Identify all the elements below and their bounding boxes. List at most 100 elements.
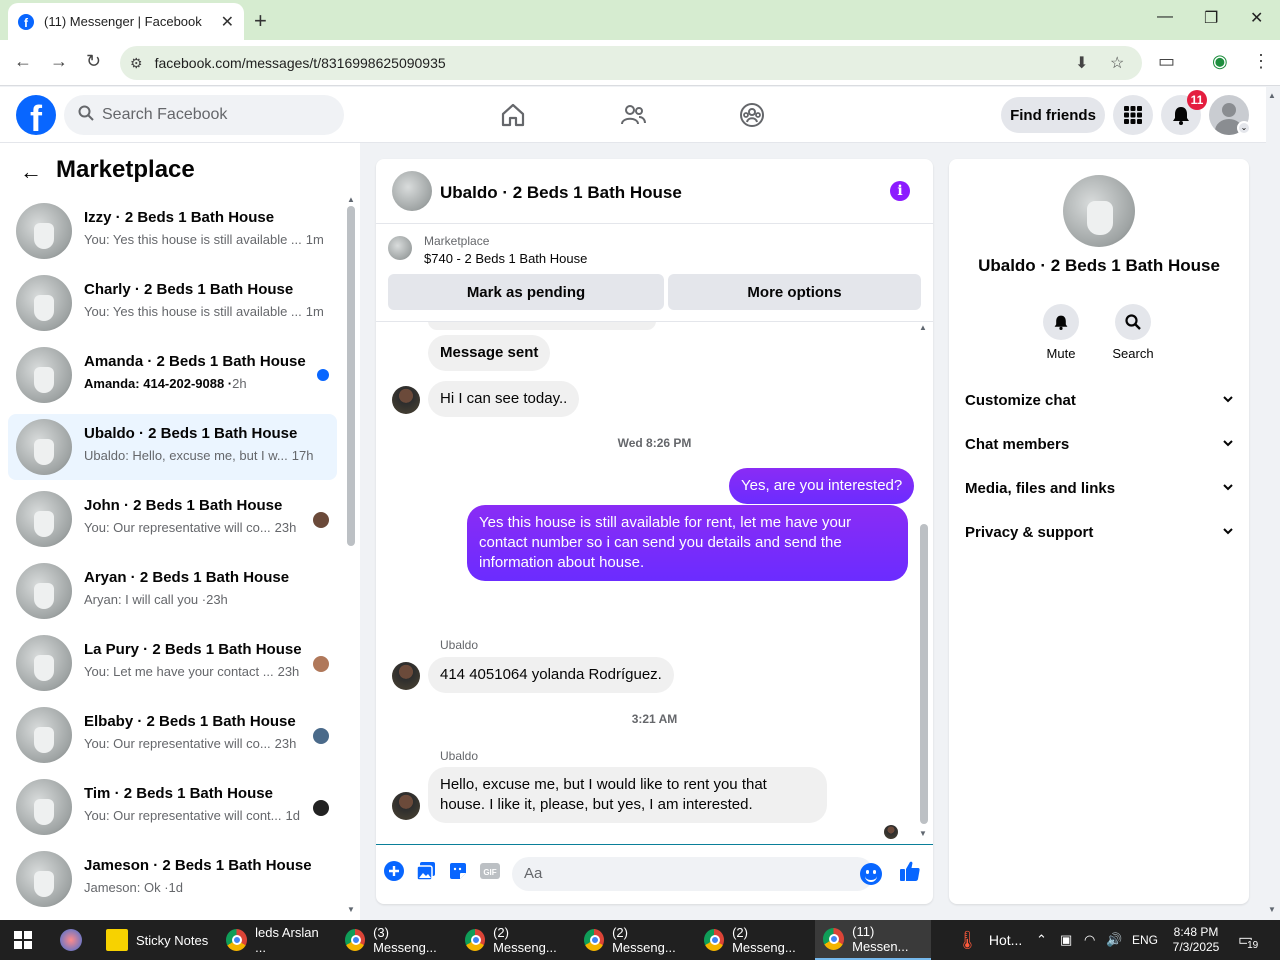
- row-label: Media, files and links: [965, 480, 1116, 497]
- page-scroll-down-icon[interactable]: ▼: [1268, 905, 1276, 914]
- chat-members-row[interactable]: Chat members: [965, 436, 1235, 464]
- url-field[interactable]: ⚙ facebook.com/messages/t/83169986250909…: [120, 46, 1142, 80]
- preview-text: You: Our representative will cont...: [84, 808, 282, 823]
- chat-scroll-down-icon[interactable]: ▼: [919, 829, 927, 838]
- conversation-item[interactable]: John · 2 Beds 1 Bath House You: Our repre…: [8, 486, 337, 552]
- weather-label: Hot...: [988, 932, 1023, 948]
- chat-scroll-up-icon[interactable]: ▲: [919, 323, 927, 332]
- search-chat-button[interactable]: Search: [1103, 304, 1163, 361]
- chat-title[interactable]: Ubaldo · 2 Beds 1 Bath House: [440, 183, 682, 203]
- weather-widget[interactable]: 🌡 Hot...: [956, 920, 1022, 960]
- conversation-item[interactable]: Aryan · 2 Beds 1 Bath House Aryan: I will…: [8, 558, 337, 624]
- home-icon[interactable]: [497, 99, 529, 131]
- scroll-up-arrow-icon[interactable]: ▲: [347, 195, 355, 204]
- message-bubble: Message sent: [428, 335, 551, 371]
- taskbar-chrome-window[interactable]: leds Arslan ...: [218, 920, 330, 960]
- groups-icon[interactable]: [736, 99, 768, 131]
- taskbar-chrome-window[interactable]: (2) Messeng...: [457, 920, 569, 960]
- preview-time: 17h: [291, 448, 314, 463]
- chrome-icon: [226, 929, 248, 951]
- emoji-icon[interactable]: [860, 863, 882, 885]
- preview-text: You: Let me have your contact ...: [84, 664, 274, 679]
- conversation-item[interactable]: Charly · 2 Beds 1 Bath House You: Yes thi…: [8, 270, 337, 336]
- clock[interactable]: 8:48 PM 7/3/2025: [1166, 920, 1226, 960]
- conversation-item[interactable]: Jameson · 2 Beds 1 Bath House Jameson: Ok…: [8, 846, 337, 912]
- taskbar-chrome-window[interactable]: (2) Messeng...: [576, 920, 688, 960]
- taskbar-chrome-window-active[interactable]: (11) Messen...: [815, 920, 931, 960]
- info-icon[interactable]: i: [890, 181, 910, 201]
- media-files-links-row[interactable]: Media, files and links: [965, 480, 1235, 508]
- language-indicator[interactable]: ENG: [1132, 920, 1158, 960]
- menu-grid-icon[interactable]: [1113, 95, 1153, 135]
- contact-avatar[interactable]: [1063, 175, 1135, 247]
- privacy-support-row[interactable]: Privacy & support: [965, 524, 1235, 552]
- install-app-icon[interactable]: ⬇: [1075, 53, 1088, 73]
- add-icon[interactable]: [383, 860, 405, 882]
- conversation-item[interactable]: Amanda · 2 Beds 1 Bath House Amanda: 414-…: [8, 342, 337, 408]
- customize-chat-row[interactable]: Customize chat: [965, 392, 1235, 420]
- listing-thumbnail[interactable]: [388, 236, 412, 260]
- start-button[interactable]: [6, 920, 42, 960]
- find-friends-button[interactable]: Find friends: [1001, 97, 1105, 133]
- conversation-item[interactable]: Ubaldo · 2 Beds 1 Bath House Ubaldo: Hell…: [8, 414, 337, 480]
- scroll-down-arrow-icon[interactable]: ▼: [347, 905, 355, 914]
- volume-icon[interactable]: 🔊: [1106, 920, 1122, 960]
- sender-avatar[interactable]: [392, 792, 420, 820]
- back-arrow-icon[interactable]: ←: [20, 159, 42, 185]
- like-thumb-icon[interactable]: [899, 860, 921, 882]
- paint-app-icon[interactable]: [52, 920, 96, 960]
- close-tab-icon[interactable]: ✕: [221, 12, 234, 32]
- palette-icon: [60, 929, 82, 951]
- taskbar-chrome-window[interactable]: (3) Messeng...: [337, 920, 449, 960]
- taskbar-chrome-window[interactable]: (2) Messeng...: [696, 920, 808, 960]
- chat-scrollbar[interactable]: [920, 524, 928, 824]
- facebook-logo-icon[interactable]: f: [16, 95, 56, 135]
- conversation-item[interactable]: La Pury · 2 Beds 1 Bath House You: Let me…: [8, 630, 337, 696]
- mark-as-pending-button[interactable]: Mark as pending: [388, 274, 664, 310]
- conversation-item[interactable]: Izzy · 2 Beds 1 Bath House You: Yes this …: [8, 198, 337, 264]
- bookmark-star-icon[interactable]: ☆: [1110, 53, 1124, 73]
- taskbar-label: (2) Messeng...: [493, 925, 557, 955]
- account-chevron-icon[interactable]: ⌄: [1237, 121, 1251, 135]
- tray-overflow-icon[interactable]: ⌃: [1036, 920, 1047, 960]
- conversation-item[interactable]: Elbaby · 2 Beds 1 Bath House You: Our rep…: [8, 702, 337, 768]
- conversation-item[interactable]: Tim · 2 Beds 1 Bath House You: Our repres…: [8, 774, 337, 840]
- mute-button[interactable]: Mute: [1031, 304, 1091, 361]
- back-icon[interactable]: ←: [14, 51, 32, 72]
- preview-text: Aryan: I will call you ·: [84, 592, 207, 607]
- close-window-icon[interactable]: ✕: [1250, 8, 1263, 28]
- preview-time: 1m: [305, 232, 324, 247]
- chat-avatar[interactable]: [392, 171, 432, 211]
- preview-text: You: Our representative will co...: [84, 520, 271, 535]
- tab-search-icon[interactable]: ▭: [1158, 51, 1175, 72]
- sender-avatar[interactable]: [392, 386, 420, 414]
- minimize-icon[interactable]: —: [1157, 8, 1173, 26]
- profile-icon[interactable]: ◉: [1212, 51, 1228, 72]
- taskbar-sticky-notes[interactable]: Sticky Notes: [98, 920, 210, 960]
- conversation-avatar: [16, 635, 72, 691]
- menu-dots-icon[interactable]: ⋮: [1252, 51, 1270, 72]
- friends-icon[interactable]: [617, 99, 649, 131]
- meet-now-icon[interactable]: ▣: [1060, 920, 1072, 960]
- browser-tab[interactable]: f (11) Messenger | Facebook ✕: [8, 3, 244, 40]
- page-scroll-up-icon[interactable]: ▲: [1268, 91, 1276, 100]
- restore-icon[interactable]: ❐: [1204, 8, 1218, 28]
- gif-icon[interactable]: GIF: [479, 860, 501, 882]
- sidebar-scrollbar[interactable]: [347, 206, 355, 546]
- site-settings-icon[interactable]: ⚙: [130, 55, 143, 72]
- reload-icon[interactable]: ↻: [86, 51, 101, 72]
- notification-count: 19: [1247, 939, 1259, 951]
- listing-price[interactable]: $740 - 2 Beds 1 Bath House: [424, 251, 587, 266]
- new-tab-icon[interactable]: +: [254, 8, 267, 34]
- facebook-search-input[interactable]: Search Facebook: [64, 95, 344, 135]
- forward-icon[interactable]: →: [50, 51, 68, 72]
- photo-icon[interactable]: [415, 860, 437, 882]
- more-options-button[interactable]: More options: [668, 274, 921, 310]
- wifi-icon[interactable]: ◠: [1084, 920, 1095, 960]
- message-input[interactable]: Aa: [512, 857, 874, 891]
- sender-avatar[interactable]: [392, 662, 420, 690]
- message-bubble-partial: [428, 322, 656, 330]
- notification-center-icon[interactable]: ▭ 19: [1238, 920, 1259, 960]
- sticker-icon[interactable]: [447, 860, 469, 882]
- seen-avatar: [884, 825, 898, 839]
